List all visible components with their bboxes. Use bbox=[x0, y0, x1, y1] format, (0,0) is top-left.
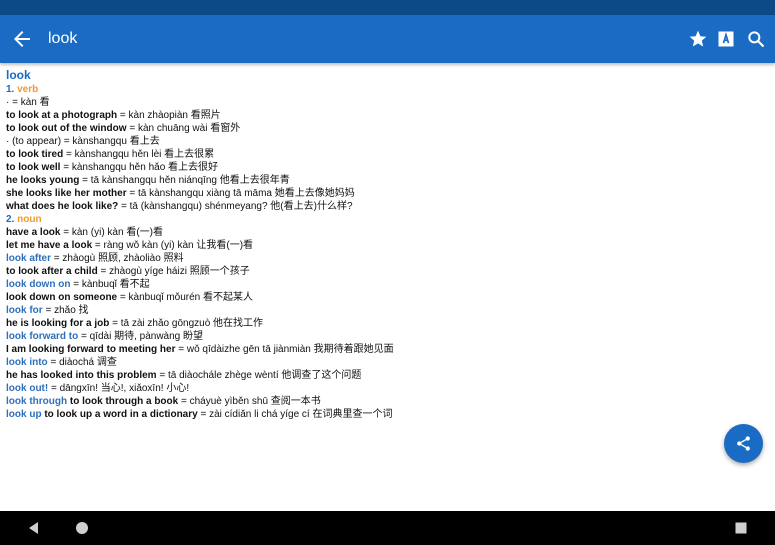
sense-number: 2. bbox=[6, 214, 15, 225]
example-phrase: he looks young bbox=[6, 175, 80, 186]
phrasal-verb-link[interactable]: look forward to bbox=[6, 331, 78, 342]
definition-line: he is looking for a job = tā zài zhǎo gō… bbox=[6, 317, 766, 330]
dictionary-entry: look 1. verb · = kàn 看 to look at a photogr… bbox=[6, 68, 766, 421]
sense-number: 1. bbox=[6, 84, 15, 95]
definition-line: to look tired = kànshangqu hěn lèi 看上去很累 bbox=[6, 148, 766, 161]
translation-text: · (to appear) = kànshangqu 看上去 bbox=[6, 136, 160, 147]
phrasal-verb-link[interactable]: look out! bbox=[6, 383, 48, 394]
definition-line: look through to look through a book = ch… bbox=[6, 395, 766, 408]
example-phrase: to look tired bbox=[6, 149, 64, 160]
translation-text: = tā kànshangqu hěn niánqīng 他看上去很年青 bbox=[79, 175, 290, 186]
status-bar bbox=[0, 0, 775, 15]
example-phrase: to look up a word in a dictionary bbox=[41, 409, 198, 420]
translation-text: = ràng wǒ kàn (yi) kàn 让我看(一)看 bbox=[92, 240, 254, 251]
translation-text: = kàn chuāng wài 看窗外 bbox=[126, 123, 241, 134]
translation-text: = kàn (yi) kàn 看(一)看 bbox=[60, 227, 163, 238]
definition-line: look into = diàochá 调查 bbox=[6, 356, 766, 369]
definition-line: to look after a child = zhàogù yíge háiz… bbox=[6, 265, 766, 278]
phrasal-verb-link[interactable]: look after bbox=[6, 253, 51, 264]
definition-line: look out! = dāngxīn! 当心!, xiǎoxīn! 小心! bbox=[6, 382, 766, 395]
example-phrase: have a look bbox=[6, 227, 61, 238]
example-phrase: to look after a child bbox=[6, 266, 98, 277]
translation-text: = tā kànshangqu xiàng tā māma 她看上去像她妈妈 bbox=[126, 188, 355, 199]
definition-line: what does he look like? = tā (kànshangqu… bbox=[6, 200, 766, 213]
headword: look bbox=[6, 68, 31, 82]
definition-line: I am looking forward to meeting her = wǒ… bbox=[6, 343, 766, 356]
app-bar: look bbox=[0, 15, 775, 63]
example-phrase: he is looking for a job bbox=[6, 318, 110, 329]
definition-line: he looks young = tā kànshangqu hěn niánq… bbox=[6, 174, 766, 187]
share-button[interactable] bbox=[724, 424, 763, 463]
translation-text: = kànshangqu hěn lèi 看上去很累 bbox=[63, 149, 215, 160]
example-phrase: to look at a photograph bbox=[6, 110, 118, 121]
sense-header: 2. noun bbox=[6, 213, 766, 226]
phrasal-verb-link[interactable]: look through bbox=[6, 396, 67, 407]
example-phrase: let me have a look bbox=[6, 240, 93, 251]
definition-line: he has looked into this problem = tā dià… bbox=[6, 369, 766, 382]
definition-line: look after = zhàogù 照顾, zhàoliào 照料 bbox=[6, 252, 766, 265]
translation-text: = cháyuè yìběn shū 查阅一本书 bbox=[178, 396, 321, 407]
example-phrase: look down on someone bbox=[6, 292, 118, 303]
translation-text: = zài cídiǎn li chá yíge cí 在词典里查一个词 bbox=[197, 409, 393, 420]
search-icon[interactable] bbox=[746, 29, 766, 49]
definition-line: have a look = kàn (yi) kàn 看(一)看 bbox=[6, 226, 766, 239]
translation-text: = kàn zhàopiàn 看照片 bbox=[117, 110, 221, 121]
phrasal-verb-link[interactable]: look down on bbox=[6, 279, 70, 290]
nav-back-icon[interactable] bbox=[26, 520, 42, 536]
part-of-speech: noun bbox=[17, 214, 42, 225]
definition-line: to look out of the window = kàn chuāng w… bbox=[6, 122, 766, 135]
definition-line: look forward to = qīdài 期待, pànwàng 盼望 bbox=[6, 330, 766, 343]
translation-text: = tā (kànshangqu) shénmeyang? 他(看上去)什么样? bbox=[118, 201, 353, 212]
definition-line: let me have a look = ràng wǒ kàn (yi) kà… bbox=[6, 239, 766, 252]
sense-header: 1. verb bbox=[6, 83, 766, 96]
definition-line: she looks like her mother = tā kànshangq… bbox=[6, 187, 766, 200]
example-phrase: he has looked into this problem bbox=[6, 370, 157, 381]
example-phrase: what does he look like? bbox=[6, 201, 119, 212]
nav-recents-icon[interactable] bbox=[733, 520, 749, 536]
translation-text: = dāngxīn! 当心!, xiǎoxīn! 小心! bbox=[48, 383, 190, 394]
phrasal-verb-link[interactable]: look for bbox=[6, 305, 43, 316]
back-arrow-icon[interactable] bbox=[10, 27, 34, 51]
translation-text: = kànbuqǐ 看不起 bbox=[70, 279, 150, 290]
part-of-speech: verb bbox=[17, 84, 39, 95]
example-phrase: to look out of the window bbox=[6, 123, 127, 134]
system-nav-bar bbox=[0, 511, 775, 545]
translation-text: = kànshangqu hěn hǎo 看上去很好 bbox=[60, 162, 219, 173]
translation-text: = zhǎo 找 bbox=[42, 305, 89, 316]
example-phrase: I am looking forward to meeting her bbox=[6, 344, 176, 355]
nav-home-icon[interactable] bbox=[74, 520, 90, 536]
example-phrase: to look through a book bbox=[67, 396, 179, 407]
definition-line: to look well = kànshangqu hěn hǎo 看上去很好 bbox=[6, 161, 766, 174]
star-icon[interactable] bbox=[688, 29, 708, 49]
translation-text: = tā zài zhǎo gōngzuò 他在找工作 bbox=[109, 318, 264, 329]
definition-line: · = kàn 看 bbox=[6, 96, 766, 109]
example-phrase: she looks like her mother bbox=[6, 188, 127, 199]
translation-text: = zhàogù 照顾, zhàoliào 照料 bbox=[51, 253, 184, 264]
definition-line: look down on someone = kànbuqǐ mǒurén 看不… bbox=[6, 291, 766, 304]
definition-line: look up to look up a word in a dictionar… bbox=[6, 408, 766, 421]
definition-line: look for = zhǎo 找 bbox=[6, 304, 766, 317]
phrasal-verb-link[interactable]: look into bbox=[6, 357, 48, 368]
app-bar-title: look bbox=[48, 30, 78, 47]
font-size-icon[interactable] bbox=[716, 29, 736, 49]
translation-text: = qīdài 期待, pànwàng 盼望 bbox=[78, 331, 204, 342]
translation-text: = zhàogù yíge háizi 照顾一个孩子 bbox=[97, 266, 250, 277]
translation-text: = tā diàochále zhège wèntí 他调查了这个问题 bbox=[156, 370, 362, 381]
example-phrase: to look well bbox=[6, 162, 61, 173]
share-icon bbox=[737, 436, 750, 451]
translation-text: · = kàn 看 bbox=[6, 97, 50, 108]
definition-line: look down on = kànbuqǐ 看不起 bbox=[6, 278, 766, 291]
translation-text: = wǒ qīdàizhe gēn tā jiànmiàn 我期待着跟她见面 bbox=[175, 344, 394, 355]
translation-text: = diàochá 调查 bbox=[47, 357, 117, 368]
definition-line: to look at a photograph = kàn zhàopiàn 看… bbox=[6, 109, 766, 122]
definition-line: · (to appear) = kànshangqu 看上去 bbox=[6, 135, 766, 148]
phrasal-verb-link[interactable]: look up bbox=[6, 409, 42, 420]
translation-text: = kànbuqǐ mǒurén 看不起某人 bbox=[117, 292, 254, 303]
